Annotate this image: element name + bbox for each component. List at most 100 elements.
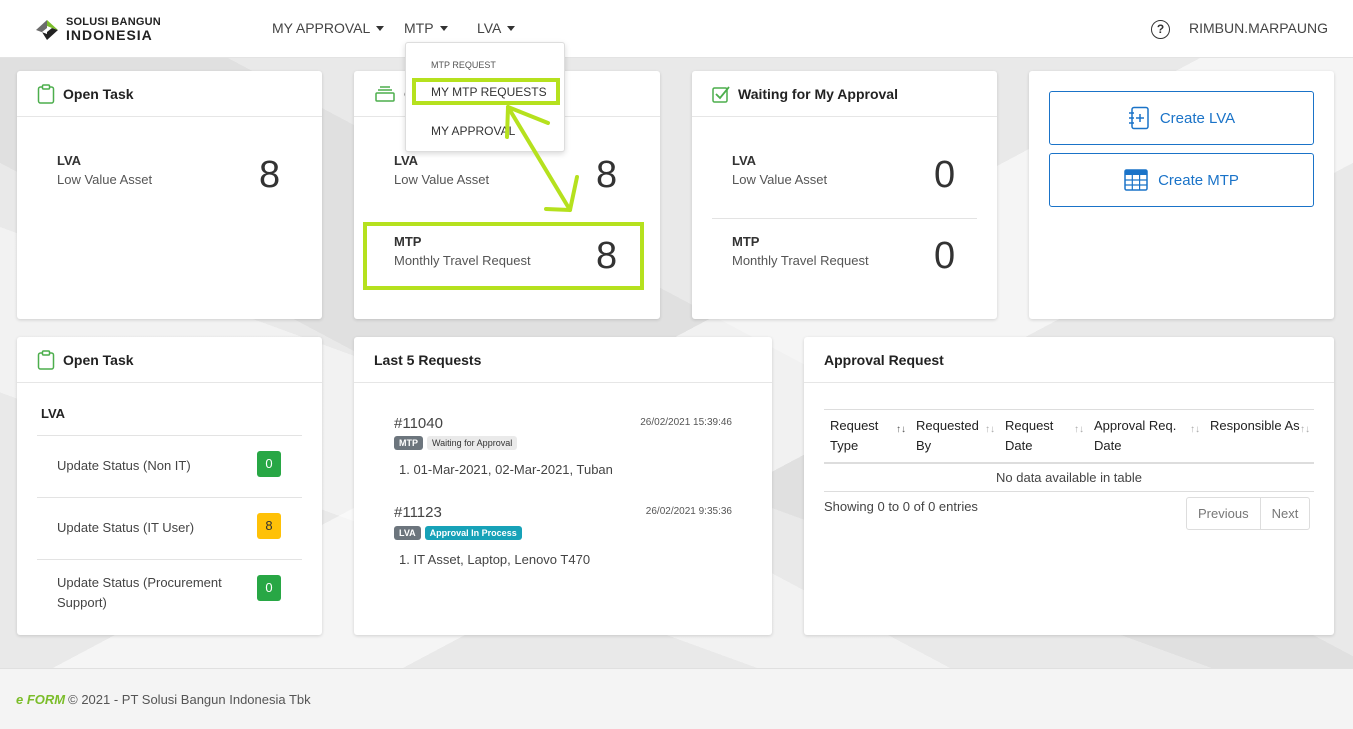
caret-down-icon	[376, 25, 385, 31]
request-time: 26/02/2021 9:35:36	[645, 506, 732, 517]
dropdown-heading: MTP REQUEST	[431, 60, 496, 70]
stat-desc: Low Value Asset	[57, 172, 153, 187]
open-task-list-card: Open Task LVA Update Status (Non IT) 0 U…	[17, 337, 322, 635]
task-row[interactable]: Update Status (Procurement Support) 0	[37, 559, 302, 621]
lva-stat[interactable]: LVA Low Value Asset	[732, 153, 827, 187]
sort-icon: ↑↓	[1190, 424, 1200, 435]
card-header: Open Task	[17, 71, 322, 117]
stat-key: LVA	[394, 153, 419, 168]
next-button[interactable]: Next	[1259, 498, 1310, 529]
open-task-summary-card: Open Task LVA Low Value Asset 8	[17, 71, 322, 319]
status-badge: Approval In Process	[424, 526, 522, 540]
stat-desc: Low Value Asset	[732, 172, 828, 187]
caret-down-icon	[507, 25, 516, 31]
sort-icon: ↑↓	[1074, 424, 1084, 435]
top-navbar: SOLUSI BANGUN INDONESIA MY APPROVAL MTP …	[0, 0, 1353, 58]
sort-icon: ↑↓	[896, 424, 906, 435]
nav-my-approval-label: MY APPROVAL	[272, 20, 371, 36]
column-header[interactable]: Approval Req. Date ↑↓	[1088, 409, 1204, 464]
card-header: Waiting for My Approval	[692, 71, 997, 117]
user-menu[interactable]: RIMBUN.MARPAUNG	[1189, 20, 1328, 36]
lva-count: 8	[259, 154, 281, 196]
eform-logo: e FORM	[16, 692, 66, 707]
card-header: Last 5 Requests	[354, 337, 772, 383]
nav-mtp-label: MTP	[404, 20, 434, 36]
clipboard-icon	[37, 349, 55, 370]
task-row[interactable]: Update Status (IT User) 8	[37, 497, 302, 559]
task-label: Update Status (Procurement Support)	[57, 575, 222, 610]
company-logo[interactable]: SOLUSI BANGUN INDONESIA	[34, 17, 161, 42]
create-mtp-button[interactable]: Create MTP	[1049, 153, 1314, 207]
table-row: No data available in table	[824, 463, 1314, 492]
footer: e FORM © 2021 - PT Solusi Bangun Indones…	[0, 668, 1353, 729]
clipboard-icon	[37, 83, 55, 104]
request-tags: LVA Approval In Process	[394, 526, 526, 540]
footer-copyright: © 2021 - PT Solusi Bangun Indonesia Tbk	[68, 692, 311, 707]
lva-stat[interactable]: LVA Low Value Asset	[57, 153, 152, 187]
mtp-stat[interactable]: MTP Monthly Travel Request	[732, 234, 869, 268]
table-info: Showing 0 to 0 of 0 entries	[824, 499, 978, 514]
request-id-link[interactable]: #11040	[394, 415, 443, 432]
empty-table-message: No data available in table	[824, 463, 1314, 492]
column-header[interactable]: Request Type ↑↓	[824, 409, 910, 464]
approval-request-card: Approval Request Request Type ↑↓ Requeste…	[804, 337, 1334, 635]
card-title: Last 5 Requests	[374, 351, 482, 368]
quick-actions-card: Create LVA Create MTP	[1029, 71, 1334, 319]
card-title: Open Task	[63, 85, 134, 102]
card-title: Open Task	[63, 351, 134, 368]
nav-lva-label: LVA	[477, 20, 502, 36]
type-badge: LVA	[394, 526, 421, 540]
task-count-badge: 8	[257, 513, 281, 539]
request-detail: 1. 01-Mar-2021, 02-Mar-2021, Tuban	[399, 462, 613, 477]
column-header[interactable]: Responsible As ↑↓	[1204, 409, 1314, 464]
type-badge: MTP	[394, 436, 423, 450]
status-badge: Waiting for Approval	[427, 436, 518, 450]
sort-icon: ↑↓	[985, 424, 995, 435]
task-label: Update Status (Non IT)	[57, 458, 191, 473]
request-time: 26/02/2021 15:39:46	[640, 417, 732, 428]
lva-stat[interactable]: LVA Low Value Asset	[394, 153, 489, 187]
stat-key: MTP	[732, 234, 760, 249]
task-section-title: LVA	[41, 406, 66, 421]
waiting-approval-card: Waiting for My Approval LVA Low Value As…	[692, 71, 997, 319]
create-mtp-label: Create MTP	[1158, 171, 1239, 189]
mtp-count: 0	[934, 235, 956, 277]
card-header: Approval Request	[804, 337, 1334, 383]
stat-desc: Monthly Travel Request	[732, 253, 869, 268]
highlight-box	[363, 222, 644, 290]
stat-desc: Low Value Asset	[394, 172, 490, 187]
request-detail: 1. IT Asset, Laptop, Lenovo T470	[399, 552, 591, 567]
pagination: Previous Next	[1186, 497, 1311, 530]
stat-key: LVA	[57, 153, 82, 168]
task-count-badge: 0	[257, 451, 281, 477]
approval-table: Request Type ↑↓ Requested By ↑↓ Request Da…	[824, 409, 1314, 492]
nav-mtp[interactable]: MTP	[404, 20, 448, 36]
create-lva-label: Create LVA	[1159, 109, 1236, 127]
lva-count: 0	[934, 154, 956, 196]
logo-mark-icon	[36, 19, 58, 40]
request-id-link[interactable]: #11123	[394, 504, 442, 521]
task-count-badge: 0	[257, 575, 281, 601]
checkbox-icon	[712, 85, 730, 103]
add-document-icon	[1128, 106, 1149, 130]
request-tags: MTP Waiting for Approval	[394, 436, 521, 450]
help-icon[interactable]: ?	[1151, 20, 1170, 39]
sort-icon: ↑↓	[1300, 424, 1310, 435]
task-row[interactable]: Update Status (Non IT) 0	[37, 435, 302, 497]
card-title: Waiting for My Approval	[738, 85, 898, 102]
column-header[interactable]: Requested By ↑↓	[910, 409, 999, 464]
logo-line2: INDONESIA	[66, 27, 153, 43]
calendar-grid-icon	[1124, 169, 1148, 191]
divider	[712, 218, 977, 219]
create-lva-button[interactable]: Create LVA	[1049, 91, 1314, 145]
card-header: Open Task	[17, 337, 322, 383]
previous-button[interactable]: Previous	[1187, 498, 1260, 529]
annotation-arrow-icon	[505, 105, 579, 212]
task-label: Update Status (IT User)	[57, 520, 195, 535]
column-header[interactable]: Request Date ↑↓	[999, 409, 1088, 464]
last-requests-card: Last 5 Requests #11040 26/02/2021 15:39:…	[354, 337, 772, 635]
stat-key: LVA	[732, 153, 757, 168]
nav-lva[interactable]: LVA	[477, 20, 516, 36]
card-title: Approval Request	[824, 351, 944, 368]
nav-my-approval[interactable]: MY APPROVAL	[272, 20, 385, 36]
